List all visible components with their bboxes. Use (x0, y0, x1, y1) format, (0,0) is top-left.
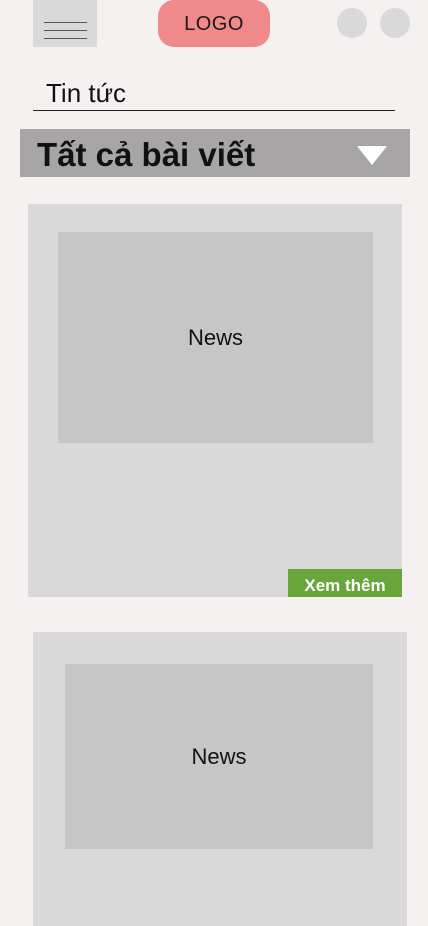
news-card: News (33, 632, 407, 926)
page-title-text: Tin tức (46, 78, 127, 108)
category-filter-dropdown[interactable]: Tất cả bài viết (20, 129, 410, 177)
logo[interactable]: LOGO (158, 0, 270, 47)
chevron-down-icon (357, 146, 387, 165)
filter-selected-label: Tất cả bài viết (37, 136, 256, 173)
header-circle-button-1[interactable] (337, 8, 367, 38)
news-thumbnail-label: News (191, 743, 247, 769)
news-thumbnail[interactable]: News (65, 664, 373, 849)
page-title: Tin tức (33, 74, 395, 111)
hamburger-icon-line-2 (44, 30, 87, 31)
hamburger-menu-button[interactable] (33, 0, 97, 47)
hamburger-icon-line-3 (44, 38, 87, 39)
read-more-button[interactable]: Xem thêm (288, 569, 402, 597)
news-card: News Xem thêm (28, 204, 402, 597)
hamburger-icon-line-1 (44, 22, 87, 23)
logo-text: LOGO (184, 13, 244, 35)
news-thumbnail-label: News (187, 324, 243, 350)
header-circle-button-2[interactable] (380, 8, 410, 38)
news-thumbnail[interactable]: News (58, 232, 373, 443)
